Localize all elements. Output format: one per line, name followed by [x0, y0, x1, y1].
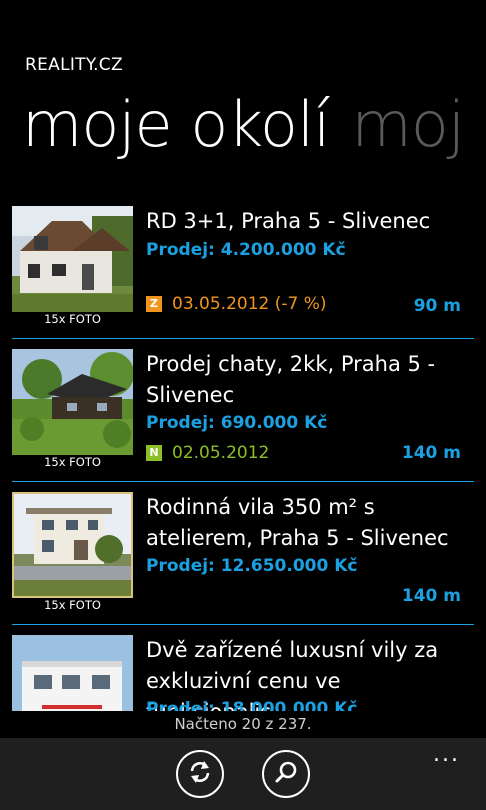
application-bar: ... — [0, 738, 486, 810]
house-photo — [12, 206, 133, 312]
list-item[interactable]: 15x FOTO Prodej chaty, 2kk, Praha 5 - Sl… — [0, 339, 486, 482]
listing-status: N 02.05.2012 — [146, 443, 269, 463]
pivot-header: moje okolí moj — [22, 88, 465, 161]
pivot-item-next[interactable]: moj — [351, 88, 465, 161]
status-badge: N — [146, 445, 162, 461]
listing-status: Z 03.05.2012 (-7 %) — [146, 294, 327, 314]
listing-price: Prodej: 4.200.000 Kč — [146, 240, 346, 260]
villa-photo — [12, 635, 133, 711]
app-title: REALITY.CZ — [25, 55, 123, 75]
listing-thumbnail[interactable]: 15x FOTO — [12, 492, 133, 612]
listing-thumbnail[interactable]: 15x FOTO — [12, 349, 133, 469]
more-options-button[interactable]: ... — [433, 742, 460, 767]
pivot-item-moje-okoli[interactable]: moje okolí — [22, 88, 330, 161]
listing-distance: 140 m — [401, 443, 461, 463]
cottage-photo — [12, 349, 133, 455]
refresh-button[interactable] — [176, 750, 224, 798]
listing-price: Prodej: 18.000.000 Kč — [146, 699, 358, 711]
listing-date: 03.05.2012 (-7 %) — [172, 294, 327, 314]
listing-distance: 90 m — [413, 296, 461, 316]
search-icon — [273, 759, 299, 789]
listing-distance: 140 m — [401, 586, 461, 606]
listing-list[interactable]: 15x FOTO RD 3+1, Praha 5 - Slivenec Prod… — [0, 196, 486, 711]
list-item[interactable]: 15x FOTO RD 3+1, Praha 5 - Slivenec Prod… — [0, 196, 486, 339]
listing-thumbnail[interactable] — [12, 635, 133, 711]
villa-photo — [12, 492, 133, 598]
photo-count: 15x FOTO — [44, 312, 101, 326]
listing-title[interactable]: Rodinná vila 350 m² s atelierem, Praha 5… — [146, 492, 466, 554]
list-item[interactable]: Dvě zařízené luxusní vily za exkluzivní … — [0, 625, 486, 711]
refresh-icon — [187, 759, 213, 789]
photo-count: 15x FOTO — [44, 455, 101, 469]
listing-price: Prodej: 690.000 Kč — [146, 413, 328, 433]
list-item[interactable]: 15x FOTO Rodinná vila 350 m² s atelierem… — [0, 482, 486, 625]
loaded-count-status: Načteno 20 z 237. — [174, 715, 312, 733]
listing-date: 02.05.2012 — [172, 443, 270, 463]
listing-price: Prodej: 12.650.000 Kč — [146, 556, 358, 576]
photo-count: 15x FOTO — [44, 598, 101, 612]
listing-thumbnail[interactable]: 15x FOTO — [12, 206, 133, 326]
listing-title[interactable]: RD 3+1, Praha 5 - Slivenec — [146, 206, 466, 237]
listing-title[interactable]: Prodej chaty, 2kk, Praha 5 - Slivenec — [146, 349, 466, 411]
status-badge: Z — [146, 296, 162, 312]
search-button[interactable] — [262, 750, 310, 798]
